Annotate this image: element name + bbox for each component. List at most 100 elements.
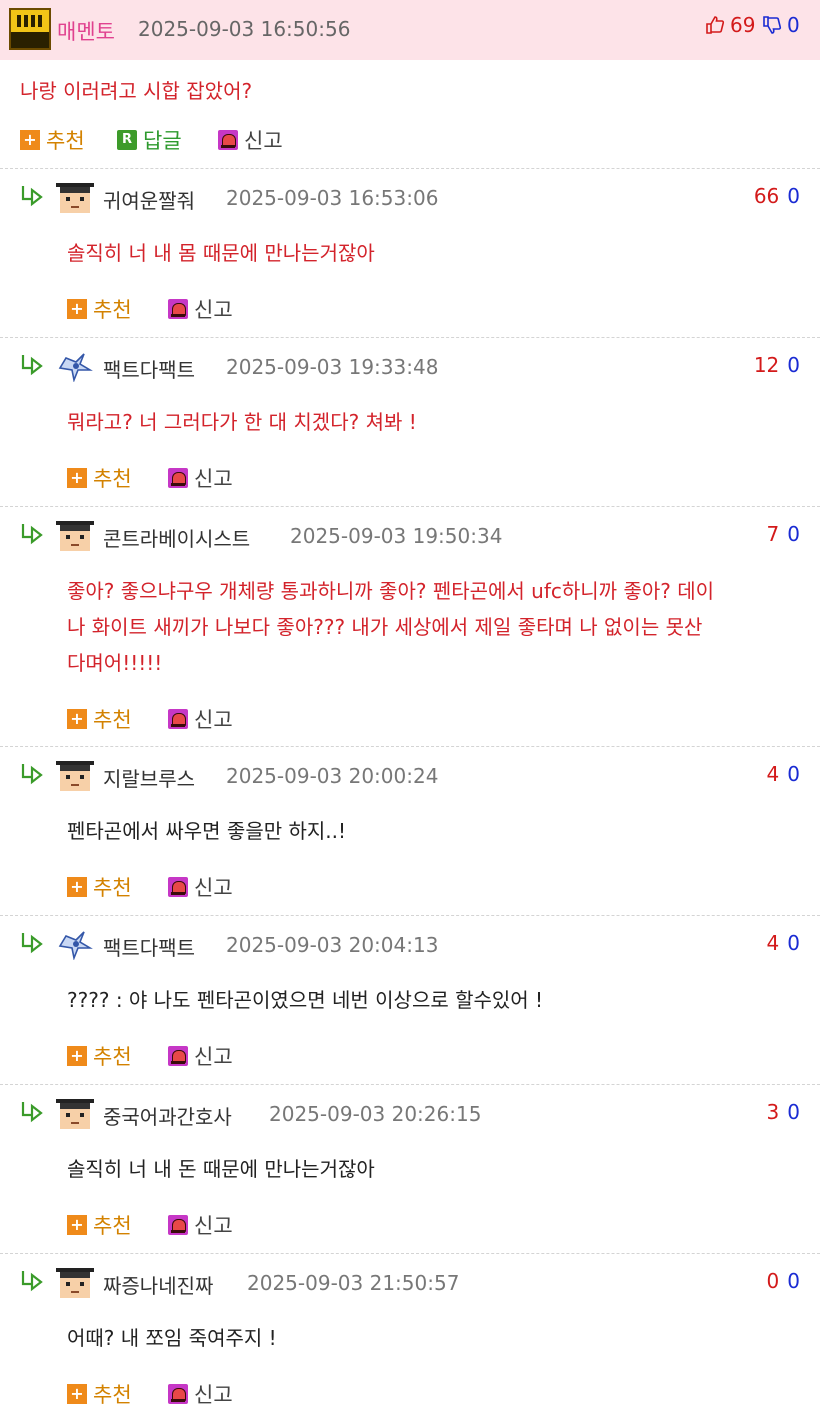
recommend-button[interactable]: + 추천 [67,1041,132,1071]
comment-upvote-count[interactable]: 66 [754,184,779,208]
post-body: 나랑 이러려고 시합 잡았어? [20,79,253,103]
siren-icon [168,1215,188,1235]
comment-text-line: 뭐라고? 너 그러다가 한 대 치겠다? 쳐봐 ! [67,410,417,434]
siren-icon [168,468,188,488]
report-button[interactable]: 신고 [168,1210,233,1240]
comment-vote-counts: 12 0 [754,353,800,377]
comment-actions: + 추천 신고 [67,463,367,493]
comment-author[interactable]: 중국어과간호사 [103,1101,232,1130]
siren-icon [168,709,188,729]
reply-arrow-icon [20,523,44,545]
plus-icon: + [67,1215,87,1235]
plus-icon: + [67,877,87,897]
comment-body: ???? : 야 나도 펜타곤이였으면 네번 이상으로 할수있어 ! [67,982,807,1018]
comment-datetime: 2025-09-03 19:33:48 [226,355,439,379]
recommend-button[interactable]: + 추천 [67,1210,132,1240]
comment-actions: + 추천 신고 [67,1210,367,1240]
comment-upvote-count[interactable]: 7 [767,522,780,546]
recommend-button[interactable]: + 추천 [20,125,85,155]
recommend-button[interactable]: + 추천 [67,1379,132,1409]
ship-avatar-icon[interactable] [56,928,94,961]
comment-text-line: ???? : 야 나도 펜타곤이였으면 네번 이상으로 할수있어 ! [67,988,544,1012]
comment-actions: + 추천 신고 [67,1041,367,1071]
comment-datetime: 2025-09-03 20:26:15 [269,1102,482,1126]
comment-downvote-count[interactable]: 0 [787,353,800,377]
comment-author[interactable]: 짜증나네진짜 [103,1270,213,1299]
comment-body: 솔직히 너 내 돈 때문에 만나는거잖아 [67,1151,807,1187]
comment-upvote-count[interactable]: 0 [767,1269,780,1293]
comment-datetime: 2025-09-03 20:04:13 [226,933,439,957]
mohawk-avatar-icon[interactable] [56,1266,94,1298]
comment-text-line: 솔직히 너 내 몸 때문에 만나는거잖아 [67,241,375,265]
comment-downvote-count[interactable]: 0 [787,1100,800,1124]
comment-upvote-count[interactable]: 12 [754,353,779,377]
report-button[interactable]: 신고 [168,1379,233,1409]
comment-item: 지랄브루스 2025-09-03 20:00:24 4 0 펜타곤에서 싸우면 좋을만 … [0,746,820,915]
comment-datetime: 2025-09-03 20:00:24 [226,764,439,788]
comment-author[interactable]: 지랄브루스 [103,763,195,792]
upvote-button[interactable]: 69 [705,13,755,37]
comment-item: 귀여운짤줘 2025-09-03 16:53:06 66 0 솔직히 너 내 몸 때문에… [0,168,820,337]
report-button[interactable]: 신고 [168,463,233,493]
comment-text-line: 펜타곤에서 싸우면 좋을만 하지..! [67,819,347,843]
mohawk-avatar-icon[interactable] [56,1097,94,1129]
reply-arrow-icon [20,763,44,785]
comment-vote-counts: 66 0 [754,184,800,208]
recommend-button[interactable]: + 추천 [67,463,132,493]
mohawk-avatar-icon[interactable] [56,759,94,791]
comment-upvote-count[interactable]: 4 [767,762,780,786]
report-button[interactable]: 신고 [168,294,233,324]
reply-arrow-icon [20,1101,44,1123]
recommend-button[interactable]: + 추천 [67,872,132,902]
siren-icon [168,1046,188,1066]
comment-actions: + 추천 신고 [67,704,367,734]
comment-body: 좋아? 좋으냐구우 개체량 통과하니까 좋아? 펜타곤에서 ufc하니까 좋아?… [67,573,807,681]
comment-text-line: 나 화이트 새끼가 나보다 좋아??? 내가 세상에서 제일 좋타며 나 없이는… [67,615,703,639]
report-button[interactable]: 신고 [168,704,233,734]
author-badge-icon [9,8,51,50]
siren-icon [168,877,188,897]
comment-upvote-count[interactable]: 3 [767,1100,780,1124]
report-button[interactable]: 신고 [168,1041,233,1071]
comment-author[interactable]: 팩트다팩트 [103,354,195,383]
comment-author[interactable]: 귀여운짤줘 [103,185,195,214]
plus-icon: + [67,1046,87,1066]
recommend-button[interactable]: + 추천 [67,294,132,324]
mohawk-avatar-icon[interactable] [56,519,94,551]
siren-icon [168,299,188,319]
recommend-button[interactable]: + 추천 [67,704,132,734]
comment-item: 중국어과간호사 2025-09-03 20:26:15 3 0 솔직히 너 내 돈 때문… [0,1084,820,1253]
plus-icon: + [67,1384,87,1404]
comment-actions: + 추천 신고 [67,1379,367,1409]
comment-vote-counts: 00 [767,1269,800,1293]
mohawk-avatar-icon[interactable] [56,181,94,213]
comment-text-line: 솔직히 너 내 돈 때문에 만나는거잖아 [67,1157,375,1181]
comment-vote-counts: 40 [767,931,800,955]
comment-author[interactable]: 콘트라베이시스트 [103,523,250,552]
reply-r-icon: R [117,130,137,150]
comment-upvote-count[interactable]: 4 [767,931,780,955]
plus-icon: + [67,299,87,319]
reply-button[interactable]: R 답글 [117,125,182,155]
comment-author[interactable]: 팩트다팩트 [103,932,195,961]
comment-downvote-count[interactable]: 0 [787,1269,800,1293]
report-button[interactable]: 신고 [168,872,233,902]
report-button[interactable]: 신고 [218,125,283,155]
thumbs-down-icon [762,15,782,35]
siren-icon [168,1384,188,1404]
upvote-count: 69 [730,13,756,37]
reply-arrow-icon [20,1270,44,1292]
siren-icon [218,130,238,150]
comment-downvote-count[interactable]: 0 [787,184,800,208]
ship-avatar-icon[interactable] [56,350,94,383]
post-author[interactable]: 매멘토 [57,16,115,46]
downvote-button[interactable]: 0 [762,13,800,37]
comment-downvote-count[interactable]: 0 [787,522,800,546]
comment-downvote-count[interactable]: 0 [787,762,800,786]
comment-item: 콘트라베이시스트 2025-09-03 19:50:34 7 0 좋아? 좋으냐구우 개… [0,506,820,746]
comment-vote-counts: 30 [767,1100,800,1124]
comment-item: 팩트다팩트 2025-09-03 20:04:13 4 0 ???? : 야 나도 펜타… [0,915,820,1084]
reply-arrow-icon [20,185,44,207]
comment-downvote-count[interactable]: 0 [787,931,800,955]
comment-text-line: 다며어!!!!! [67,651,163,675]
